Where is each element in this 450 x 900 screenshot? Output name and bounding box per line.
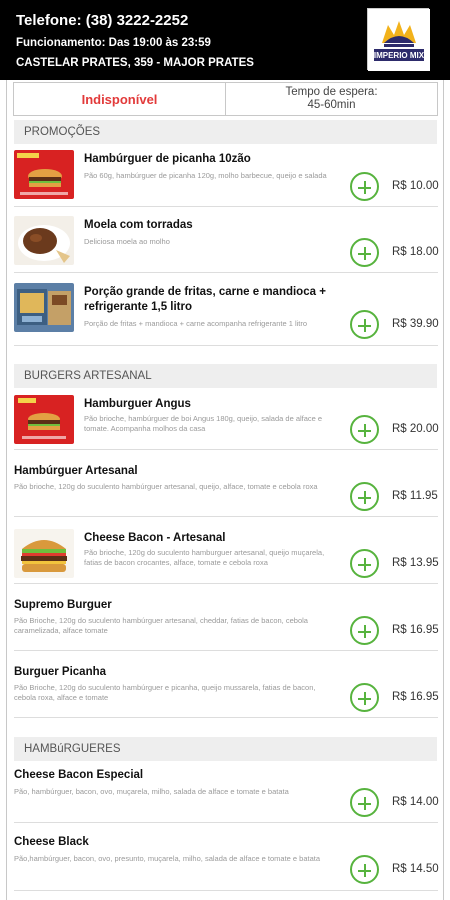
item-name: Cheese Black: [14, 836, 89, 848]
burger-promo-image: [14, 150, 74, 199]
item-description: Pão Brioche, 120g do suculento hambúrgue…: [14, 616, 308, 635]
menu-item[interactable]: Supremo Burguer Pão Brioche, 120g do suc…: [14, 596, 439, 651]
menu-item[interactable]: Hamburguer Angus Pão brioche, hambúrguer…: [14, 395, 439, 450]
availability-status: Indisponível: [14, 83, 226, 115]
menu-item[interactable]: Cheese Black Pão,hambúrguer, bacon, ovo,…: [14, 835, 439, 891]
item-price: R$ 11.95: [392, 490, 438, 502]
item-price: R$ 14.50: [392, 863, 439, 875]
section-header-burgers-artesanal: BURGERS ARTESANAL: [14, 364, 437, 388]
item-price: R$ 14.00: [392, 796, 439, 808]
menu-item[interactable]: Moela com torradas Deliciosa moela ao mo…: [14, 216, 439, 273]
item-name: Hambúrguer Artesanal: [14, 465, 138, 477]
item-name: Cheese Bacon Especial: [14, 769, 144, 781]
item-price: R$ 20.00: [392, 423, 439, 435]
store-logo: IMPERIO MIX: [367, 8, 430, 71]
menu-item[interactable]: Hambúrguer de picanha 10zão Pão 60g, ham…: [14, 150, 439, 207]
wait-time-label: Tempo de espera:: [285, 86, 378, 98]
item-description: Pão brioche, hambúrguer de boi Angus 180…: [84, 414, 323, 433]
item-description: Pão Brioche, 120g do suculento hambúrgue…: [14, 683, 316, 702]
item-name: Supremo Burguer: [14, 599, 112, 611]
item-description: Pão,hambúrguer, bacon, ovo, presunto, mu…: [14, 854, 321, 863]
item-price: R$ 18.00: [392, 246, 439, 258]
section-header-hamburgueres: HAMBúRGUERES: [14, 737, 437, 761]
add-item-button[interactable]: [350, 415, 379, 444]
menu-item[interactable]: Burguer Picanha Pão Brioche, 120g do suc…: [14, 663, 439, 718]
item-name: Hamburguer Angus: [84, 398, 191, 410]
add-item-button[interactable]: [350, 788, 379, 817]
item-name: Porção grande de fritas, carne e mandioc…: [84, 286, 326, 313]
menu-item[interactable]: Cheese Bacon - Artesanal Pão brioche, 12…: [14, 529, 439, 584]
item-price: R$ 16.95: [392, 691, 439, 703]
store-status-bar: Indisponível Tempo de espera: 45-60min: [13, 82, 438, 116]
item-description: Pão, hambúrguer, bacon, ovo, muçarela, m…: [14, 787, 289, 796]
item-description: Pão brioche, 120g do suculento hambúrgue…: [14, 482, 318, 491]
menu-item[interactable]: Hambúrguer Artesanal Pão brioche, 120g d…: [14, 462, 438, 517]
item-description: Pão brioche, 120g do suculento hamburgue…: [84, 548, 325, 567]
item-name: Moela com torradas: [84, 219, 193, 231]
menu-item[interactable]: Porção grande de fritas, carne e mandioc…: [14, 283, 439, 346]
store-hours: Funcionamento: Das 19:00 às 23:59: [16, 37, 211, 49]
section-header-promocoes: PROMOÇÕES: [14, 120, 437, 144]
wait-time-value: 45-60min: [307, 99, 356, 111]
add-item-button[interactable]: [350, 172, 379, 201]
item-price: R$ 13.95: [392, 557, 439, 569]
item-price: R$ 16.95: [392, 624, 439, 636]
content-border-right: [443, 80, 444, 900]
add-item-button[interactable]: [350, 616, 379, 645]
store-header: Telefone: (38) 3222-2252 Funcionamento: …: [0, 0, 450, 80]
add-item-button[interactable]: [350, 238, 379, 267]
item-description: Deliciosa moela ao molho: [84, 237, 170, 246]
wait-time: Tempo de espera: 45-60min: [226, 83, 437, 115]
item-description: Porção de fritas + mandioca + carne acom…: [84, 319, 308, 328]
add-item-button[interactable]: [350, 683, 379, 712]
fries-combo-image: [14, 283, 74, 332]
moela-image: [14, 216, 74, 265]
item-description: Pão 60g, hambúrguer de picanha 120g, mol…: [84, 171, 327, 180]
add-item-button[interactable]: [350, 310, 379, 339]
item-name: Cheese Bacon - Artesanal: [84, 532, 226, 544]
store-phone: Telefone: (38) 3222-2252: [16, 12, 189, 29]
angus-image: [14, 395, 74, 444]
menu-item[interactable]: Cheese Bacon Especial Pão, hambúrguer, b…: [14, 768, 439, 823]
item-name: Burguer Picanha: [14, 666, 107, 678]
store-address: CASTELAR PRATES, 359 - MAJOR PRATES: [16, 57, 254, 69]
add-item-button[interactable]: [350, 482, 379, 511]
item-name: Hambúrguer de picanha 10zão: [84, 153, 251, 165]
item-price: R$ 39.90: [392, 318, 439, 330]
add-item-button[interactable]: [350, 549, 379, 578]
content-border-left: [6, 80, 7, 900]
cheese-bacon-image: [14, 529, 74, 578]
add-item-button[interactable]: [350, 855, 379, 884]
item-price: R$ 10.00: [392, 180, 439, 192]
logo-text: IMPERIO MIX: [374, 51, 425, 60]
